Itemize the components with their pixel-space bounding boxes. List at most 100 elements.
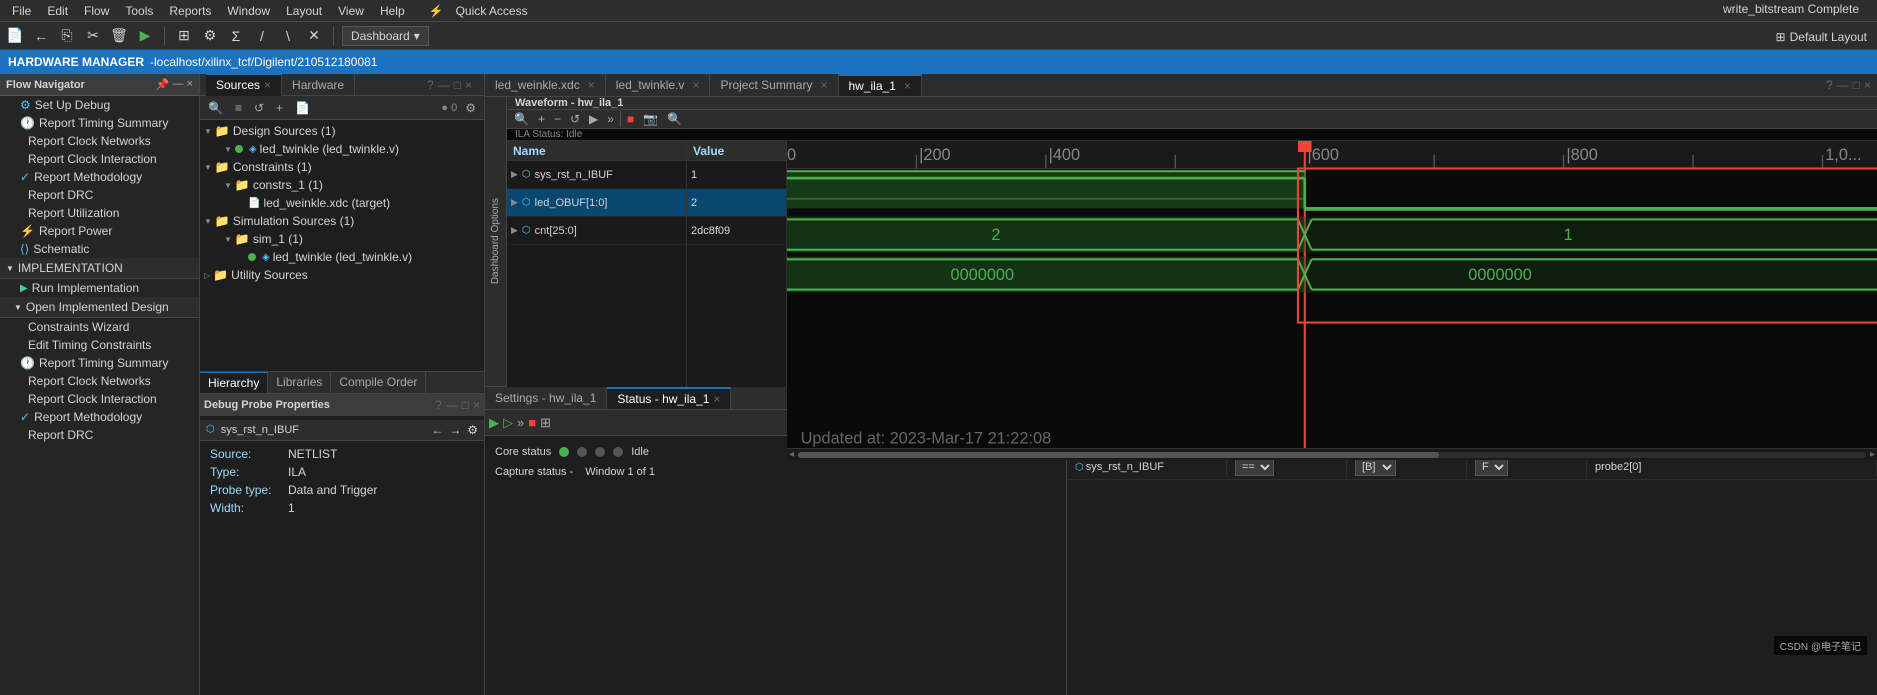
tab-led-weinkle-xdc[interactable]: led_weinkle.xdc ×: [485, 74, 606, 96]
tree-constrs1[interactable]: ▼ 📁 constrs_1 (1): [200, 176, 484, 194]
nav-report-drc[interactable]: Report DRC: [0, 186, 199, 204]
sources-filter-btn[interactable]: ≡: [231, 99, 246, 117]
probe-nav-gear[interactable]: ⚙: [467, 423, 478, 437]
tree-constraints[interactable]: ▼ 📁 Constraints (1): [200, 158, 484, 176]
wf-stop-btn[interactable]: ■: [624, 110, 637, 128]
wf-ff-btn[interactable]: »: [604, 110, 617, 128]
tree-led-twinkle[interactable]: ▼ ◈ led_twinkle (led_twinkle.v): [200, 140, 484, 158]
signal-name-cnt[interactable]: ▶ ⬡ cnt[25:0]: [507, 217, 686, 245]
dashboard-options-btn[interactable]: Dashboard Options: [485, 97, 507, 386]
hierarchy-tab[interactable]: Hierarchy: [200, 372, 268, 393]
wf-scroll-right[interactable]: ▸: [1870, 449, 1875, 460]
sources-add-btn[interactable]: +: [272, 99, 287, 117]
default-layout[interactable]: ⊞Default Layout: [1776, 30, 1867, 44]
sources-close-btn[interactable]: ×: [465, 78, 472, 92]
wf-help-btn[interactable]: ?: [1826, 78, 1833, 92]
nav-setup-debug[interactable]: ⚙ Set Up Debug: [0, 96, 199, 114]
sources-file-btn[interactable]: 📄: [291, 99, 314, 117]
tab-hw-ila-1[interactable]: hw_ila_1 ×: [839, 74, 922, 96]
nav-report-methodology[interactable]: ✓ Report Methodology: [0, 168, 199, 186]
nav-report-clock-interaction[interactable]: Report Clock Interaction: [0, 150, 199, 168]
tree-sim1[interactable]: ▼ 📁 sim_1 (1): [200, 230, 484, 248]
nav-report-timing-2[interactable]: 🕐 Report Timing Summary: [0, 354, 199, 372]
menu-view[interactable]: View: [330, 4, 372, 18]
nav-report-timing[interactable]: 🕐 Report Timing Summary: [0, 114, 199, 132]
status-grid-btn[interactable]: ⊞: [540, 415, 551, 431]
tree-simulation[interactable]: ▼ 📁 Simulation Sources (1): [200, 212, 484, 230]
signal-name-sys-rst[interactable]: ▶ ⬡ sys_rst_n_IBUF: [507, 161, 686, 189]
tree-xdc-file[interactable]: 📄 led_weinkle.xdc (target): [200, 194, 484, 212]
debug-probe-min[interactable]: —: [446, 398, 458, 412]
wf-scrollbar[interactable]: ◂ ▸: [787, 448, 1877, 460]
toolbar-copy-btn[interactable]: ⎘: [56, 25, 78, 47]
wf-refresh-btn[interactable]: ↺: [567, 110, 583, 128]
wf-max-btn[interactable]: □: [1853, 78, 1860, 92]
tab-led-twinkle-v[interactable]: led_twinkle.v ×: [606, 74, 711, 96]
menu-flow[interactable]: Flow: [76, 4, 117, 18]
menu-file[interactable]: File: [4, 4, 39, 18]
flow-nav-min-btn[interactable]: —: [173, 78, 184, 91]
probe-nav-left[interactable]: ←: [431, 423, 443, 437]
sources-min-btn[interactable]: —: [438, 78, 450, 92]
toolbar-new-btn[interactable]: 📄: [4, 25, 26, 47]
nav-report-methodology-2[interactable]: ✓ Report Methodology: [0, 408, 199, 426]
nav-run-implementation[interactable]: ▶ Run Implementation: [0, 279, 199, 297]
toolbar-x-btn[interactable]: ✕: [303, 25, 325, 47]
toolbar-slash1-btn[interactable]: /: [251, 25, 273, 47]
wf-scroll-left[interactable]: ◂: [789, 449, 794, 460]
sources-search-btn[interactable]: 🔍: [204, 99, 227, 117]
debug-probe-close[interactable]: ×: [473, 398, 480, 412]
wf-camera-btn[interactable]: 📷: [640, 110, 661, 128]
toolbar-sum-btn[interactable]: Σ: [225, 25, 247, 47]
trigger-operator-select[interactable]: == != > <: [1235, 458, 1274, 476]
nav-open-implemented[interactable]: ▼ Open Implemented Design: [0, 297, 199, 318]
nav-report-clock-interaction-2[interactable]: Report Clock Interaction: [0, 390, 199, 408]
wf-zoom2-btn[interactable]: 🔍: [664, 110, 685, 128]
trigger-radix-select[interactable]: [B] [H] [D]: [1355, 458, 1396, 476]
sources-tab[interactable]: Sources ×: [206, 74, 282, 96]
status-play2-btn[interactable]: ▷: [503, 415, 513, 431]
quick-access-icon[interactable]: ⚡ Quick Access: [421, 4, 544, 18]
wf-play-btn[interactable]: ▶: [586, 110, 601, 128]
tree-utility[interactable]: ▷ 📁 Utility Sources: [200, 266, 484, 284]
tree-led-twinkle-sim[interactable]: ◈ led_twinkle (led_twinkle.v): [200, 248, 484, 266]
debug-probe-help[interactable]: ?: [435, 398, 442, 412]
debug-probe-max[interactable]: □: [462, 398, 469, 412]
tree-design-sources[interactable]: ▼ 📁 Design Sources (1): [200, 122, 484, 140]
wf-plus-btn[interactable]: +: [535, 110, 548, 128]
compile-order-tab[interactable]: Compile Order: [331, 372, 426, 393]
status-tab-close[interactable]: ×: [713, 392, 720, 406]
dashboard-dropdown[interactable]: Dashboard ▾: [342, 26, 429, 46]
nav-constraints-wizard[interactable]: Constraints Wizard: [0, 318, 199, 336]
menu-help[interactable]: Help: [372, 4, 413, 18]
menu-tools[interactable]: Tools: [117, 4, 161, 18]
status-tab[interactable]: Status - hw_ila_1 ×: [607, 387, 731, 409]
nav-report-clock-networks[interactable]: Report Clock Networks: [0, 132, 199, 150]
sources-gear-btn[interactable]: ⚙: [461, 99, 480, 117]
toolbar-settings-btn[interactable]: ⚙: [199, 25, 221, 47]
sources-refresh-btn[interactable]: ↺: [250, 99, 268, 117]
toolbar-delete-btn[interactable]: 🗑: [108, 25, 130, 47]
toolbar-back-btn[interactable]: ←: [30, 25, 52, 47]
tab-project-summary-close[interactable]: ×: [820, 78, 827, 92]
tab-hw-ila-1-close[interactable]: ×: [904, 79, 911, 93]
sources-help-btn[interactable]: ?: [427, 78, 434, 92]
nav-implementation-section[interactable]: ▼ IMPLEMENTATION: [0, 258, 199, 279]
toolbar-layout-btn[interactable]: ⊞: [173, 25, 195, 47]
status-play-btn[interactable]: ▶: [489, 415, 499, 431]
tab-project-summary[interactable]: Project Summary ×: [710, 74, 838, 96]
menu-reports[interactable]: Reports: [161, 4, 219, 18]
tab-led-twinkle-v-close[interactable]: ×: [692, 78, 699, 92]
sources-tab-close[interactable]: ×: [264, 78, 271, 92]
toolbar-slash2-btn[interactable]: \: [277, 25, 299, 47]
settings-tab[interactable]: Settings - hw_ila_1: [485, 387, 607, 409]
toolbar-run-btn[interactable]: ▶: [134, 25, 156, 47]
tab-led-weinkle-xdc-close[interactable]: ×: [588, 78, 595, 92]
flow-nav-close-btn[interactable]: ×: [187, 78, 193, 91]
wf-min-btn[interactable]: —: [1837, 78, 1849, 92]
menu-layout[interactable]: Layout: [278, 4, 330, 18]
sources-max-btn[interactable]: □: [454, 78, 461, 92]
nav-schematic[interactable]: ⟨⟩ Schematic: [0, 240, 199, 258]
signal-name-led-obuf[interactable]: ▶ ⬡ led_OBUF[1:0]: [507, 189, 686, 217]
libraries-tab[interactable]: Libraries: [268, 372, 331, 393]
